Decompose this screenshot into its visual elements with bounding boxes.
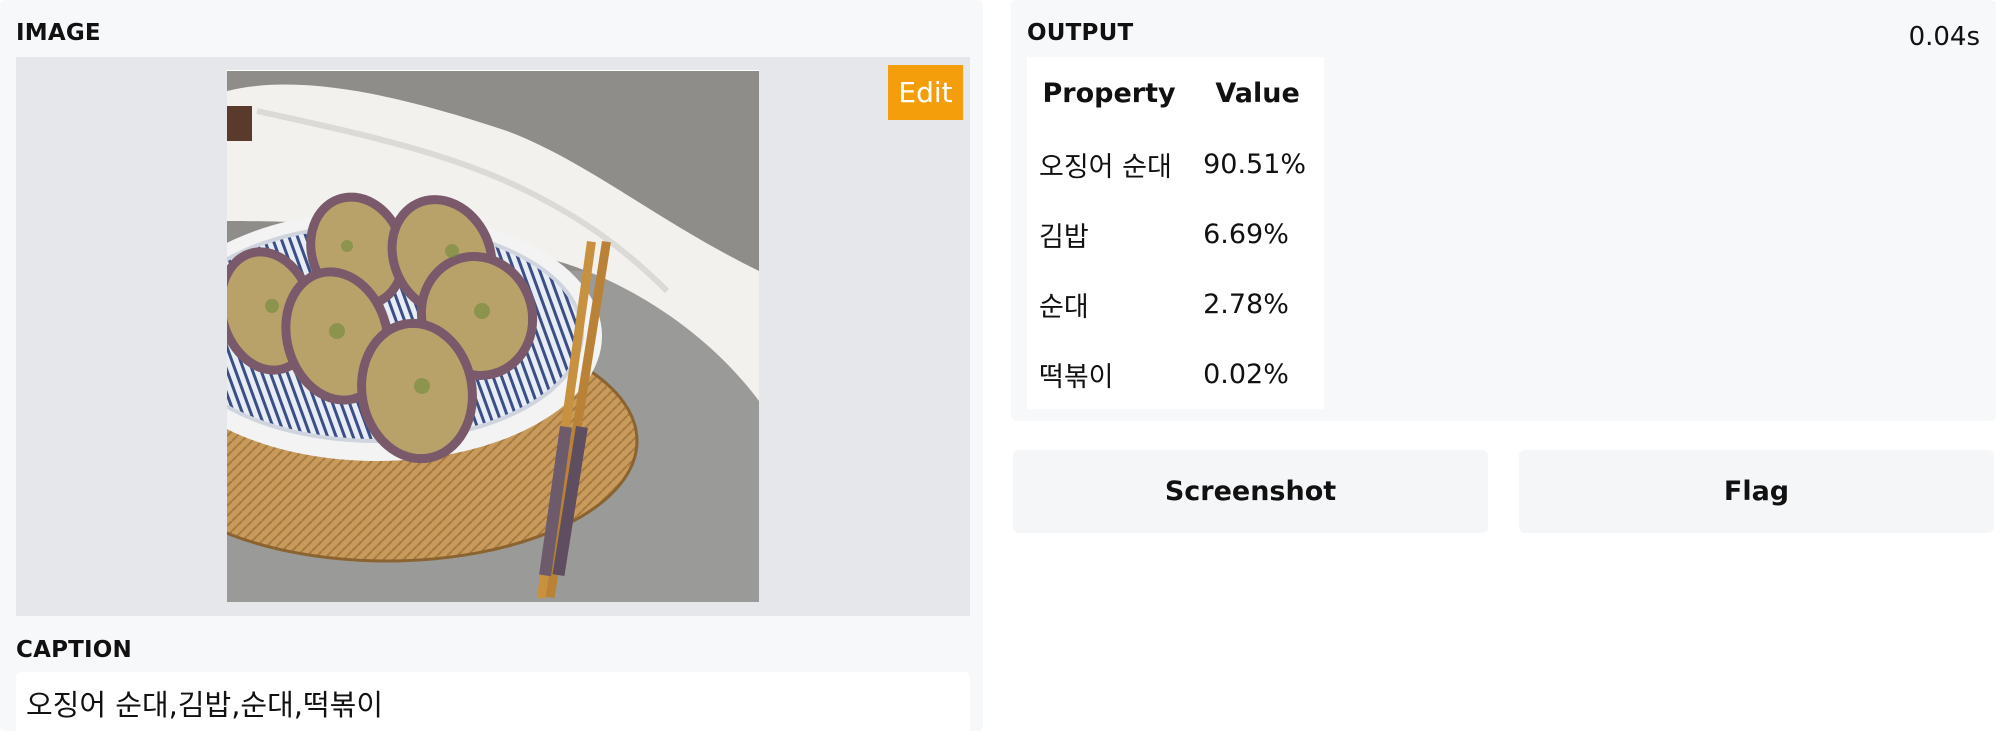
food-photo xyxy=(227,71,759,602)
value-cell: 90.51% xyxy=(1203,148,1307,180)
screenshot-button[interactable]: Screenshot xyxy=(1013,450,1488,533)
property-cell: 오징어 순대 xyxy=(1039,151,1172,183)
property-cell: 김밥 xyxy=(1039,221,1089,253)
column-header-value: Value xyxy=(1215,77,1300,109)
result-table: Property Value 오징어 순대 90.51% 김밥 6.69% 순대… xyxy=(1027,57,1324,409)
flag-button[interactable]: Flag xyxy=(1519,450,1994,533)
inference-time: 0.04s xyxy=(1908,22,1980,52)
table-row: 오징어 순대 90.51% xyxy=(1027,129,1324,199)
table-row: 떡볶이 0.02% xyxy=(1027,339,1324,409)
value-cell: 0.02% xyxy=(1203,358,1289,390)
property-cell: 순대 xyxy=(1039,291,1089,323)
table-header-row: Property Value xyxy=(1027,57,1324,129)
table-row: 김밥 6.69% xyxy=(1027,199,1324,269)
table-row: 순대 2.78% xyxy=(1027,269,1324,339)
image-section-label: IMAGE xyxy=(16,20,101,46)
caption-section-label: CAPTION xyxy=(16,637,132,663)
edit-button[interactable]: Edit xyxy=(888,65,963,120)
column-header-property: Property xyxy=(1042,77,1176,109)
value-cell: 6.69% xyxy=(1203,218,1289,250)
value-cell: 2.78% xyxy=(1203,288,1289,320)
caption-field[interactable]: 오징어 순대,김밥,순대,떡볶이 xyxy=(16,672,970,731)
property-cell: 떡볶이 xyxy=(1039,361,1114,393)
caption-text: 오징어 순대,김밥,순대,떡볶이 xyxy=(26,688,384,722)
output-section-label: OUTPUT xyxy=(1027,20,1134,46)
